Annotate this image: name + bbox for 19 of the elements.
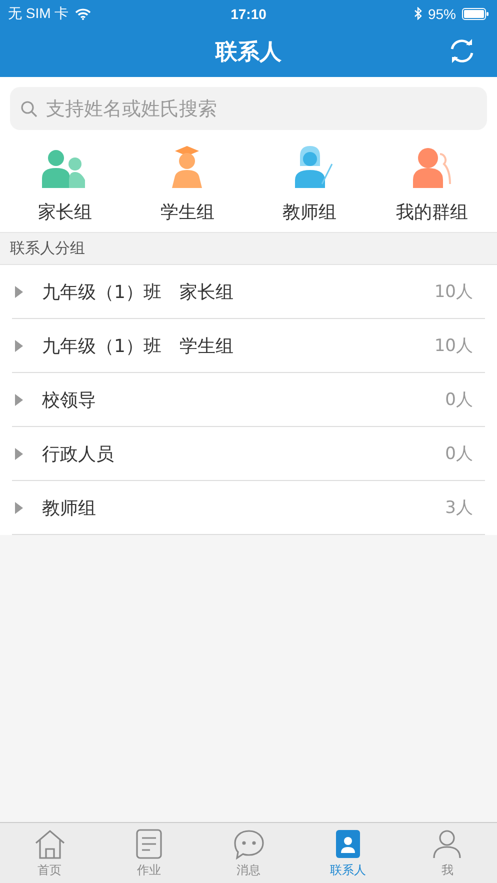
group-shortcut[interactable]: 我的群组 bbox=[376, 144, 487, 224]
wifi-icon bbox=[74, 8, 91, 20]
carrier-text: 无 SIM 卡 bbox=[8, 4, 69, 22]
clock-text: 17:10 bbox=[230, 6, 266, 22]
member-count: 0人 bbox=[445, 443, 473, 465]
group-shortcut[interactable]: 教师组 bbox=[254, 144, 365, 224]
page-title: 联系人 bbox=[216, 39, 282, 67]
chat-bubble-icon bbox=[232, 828, 266, 860]
battery-percent: 95% bbox=[428, 6, 456, 22]
member-count: 10人 bbox=[434, 335, 473, 357]
battery-icon bbox=[462, 8, 489, 20]
member-count: 3人 bbox=[445, 497, 473, 519]
member-count: 10人 bbox=[434, 281, 473, 303]
bluetooth-icon bbox=[414, 7, 422, 20]
home-icon bbox=[32, 828, 67, 860]
group-shortcut[interactable]: 家长组 bbox=[10, 144, 120, 224]
search-field[interactable]: 支持姓名或姓氏搜索 bbox=[10, 87, 487, 130]
member-count: 0人 bbox=[445, 389, 473, 411]
group-shortcut[interactable]: 学生组 bbox=[132, 144, 242, 224]
